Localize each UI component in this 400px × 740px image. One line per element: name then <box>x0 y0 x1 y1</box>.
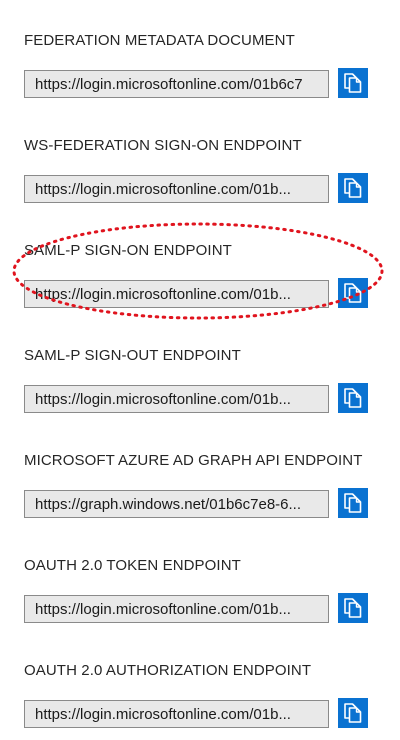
endpoint-azure-ad-graph-api: MICROSOFT AZURE AD GRAPH API ENDPOINT <box>0 430 400 530</box>
copy-icon <box>344 703 362 723</box>
endpoint-url-field[interactable] <box>24 490 329 518</box>
endpoint-url-field[interactable] <box>24 175 329 203</box>
endpoint-label: OAUTH 2.0 TOKEN ENDPOINT <box>24 557 241 574</box>
endpoint-label: SAML-P SIGN-OUT ENDPOINT <box>24 347 241 364</box>
copy-button[interactable] <box>338 383 368 413</box>
endpoint-url-field[interactable] <box>24 700 329 728</box>
endpoint-label: FEDERATION METADATA DOCUMENT <box>24 32 295 49</box>
copy-button[interactable] <box>338 488 368 518</box>
copy-button[interactable] <box>338 173 368 203</box>
copy-button[interactable] <box>338 698 368 728</box>
endpoint-oauth-authorization: OAUTH 2.0 AUTHORIZATION ENDPOINT <box>0 640 400 740</box>
copy-button[interactable] <box>338 68 368 98</box>
endpoint-oauth-token: OAUTH 2.0 TOKEN ENDPOINT <box>0 535 400 635</box>
endpoint-label: SAML-P SIGN-ON ENDPOINT <box>24 242 232 259</box>
endpoint-saml-p-sign-on: SAML-P SIGN-ON ENDPOINT <box>0 220 400 320</box>
endpoint-url-field[interactable] <box>24 70 329 98</box>
endpoint-url-field[interactable] <box>24 385 329 413</box>
copy-button[interactable] <box>338 278 368 308</box>
copy-icon <box>344 178 362 198</box>
endpoint-label: MICROSOFT AZURE AD GRAPH API ENDPOINT <box>24 452 363 469</box>
copy-icon <box>344 598 362 618</box>
endpoint-ws-federation-sign-on: WS-FEDERATION SIGN-ON ENDPOINT <box>0 115 400 215</box>
endpoint-saml-p-sign-out: SAML-P SIGN-OUT ENDPOINT <box>0 325 400 425</box>
endpoint-label: OAUTH 2.0 AUTHORIZATION ENDPOINT <box>24 662 312 679</box>
copy-icon <box>344 283 362 303</box>
copy-icon <box>344 493 362 513</box>
endpoint-federation-metadata: FEDERATION METADATA DOCUMENT <box>0 10 400 110</box>
endpoint-url-field[interactable] <box>24 595 329 623</box>
copy-icon <box>344 73 362 93</box>
copy-icon <box>344 388 362 408</box>
endpoint-url-field[interactable] <box>24 280 329 308</box>
copy-button[interactable] <box>338 593 368 623</box>
endpoint-list: FEDERATION METADATA DOCUMENT WS-FEDERATI… <box>0 0 400 739</box>
endpoint-label: WS-FEDERATION SIGN-ON ENDPOINT <box>24 137 302 154</box>
